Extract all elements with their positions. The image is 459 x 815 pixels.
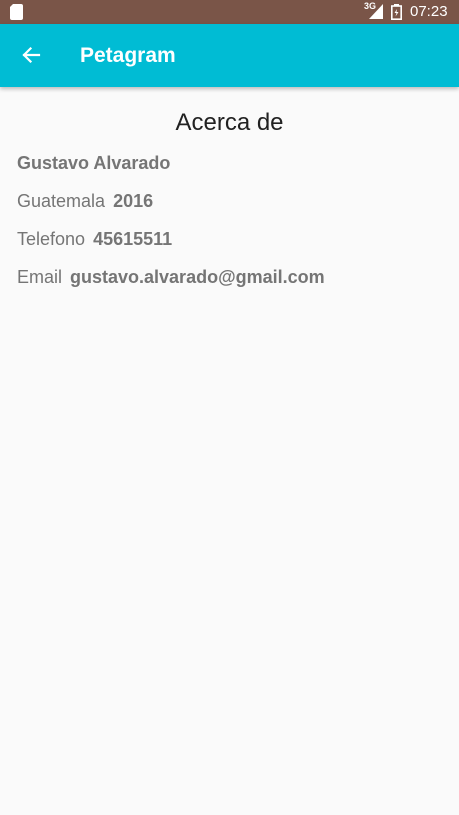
city-row: Guatemala 2016 xyxy=(17,191,153,212)
phone-row: Telefono 45615511 xyxy=(17,229,172,250)
email-address: gustavo.alvarado@gmail.com xyxy=(70,267,325,287)
arrow-back-icon xyxy=(22,46,41,64)
phone-label: Telefono xyxy=(17,229,86,249)
sd-card-icon xyxy=(10,4,23,20)
back-button[interactable] xyxy=(8,32,54,78)
page-title: Acerca de xyxy=(175,109,284,136)
app-bar: Petagram xyxy=(0,24,459,87)
email-row: Email gustavo.alvarado@gmail.com xyxy=(17,267,325,288)
signal-icon xyxy=(369,4,383,19)
email-label: Email xyxy=(17,267,63,287)
app-title: Petagram xyxy=(80,44,176,67)
city-year: 2016 xyxy=(113,191,154,211)
city-label: Guatemala xyxy=(17,191,106,211)
phone-number: 45615511 xyxy=(93,229,173,249)
author-name: Gustavo Alvarado xyxy=(17,153,171,173)
status-bar: 3G 07:23 xyxy=(0,0,459,24)
battery-icon xyxy=(391,4,402,20)
status-clock: 07:23 xyxy=(410,3,448,20)
